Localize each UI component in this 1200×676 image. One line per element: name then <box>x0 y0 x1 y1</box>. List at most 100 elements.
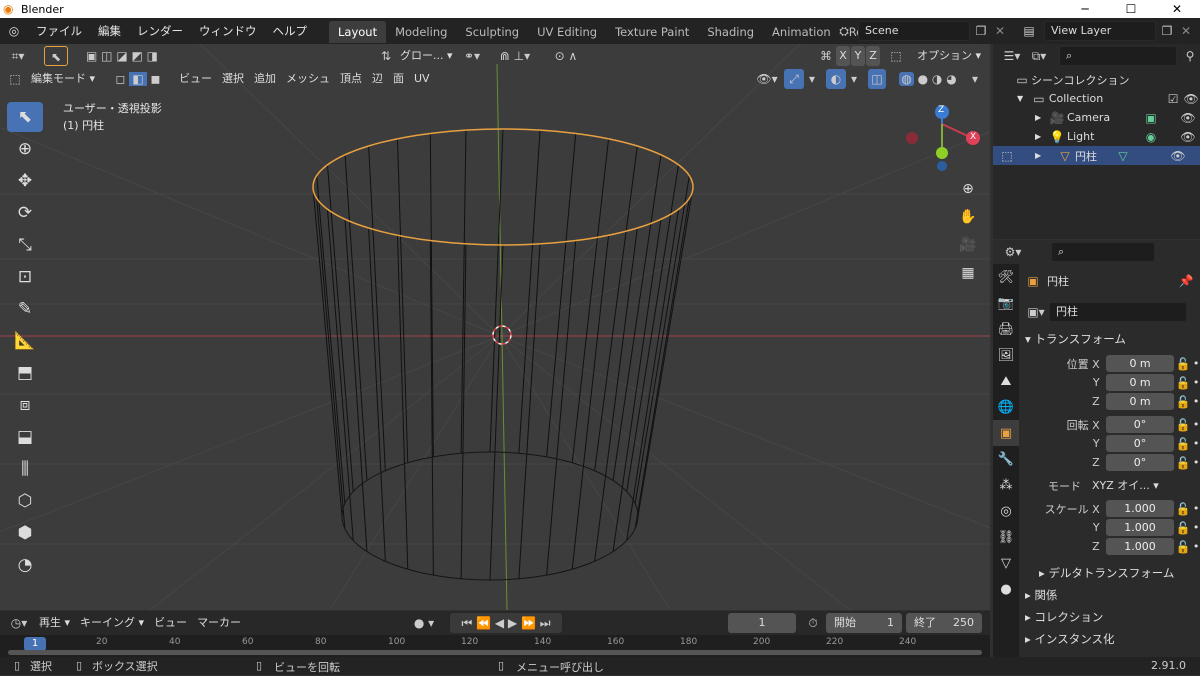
keyframe-dot-icon[interactable]: • <box>1192 395 1200 408</box>
mirror-z-toggle[interactable]: Z <box>866 46 880 66</box>
ortho-grid-icon[interactable]: ▦ <box>955 260 981 286</box>
light-row[interactable]: ▶ 💡 Light ◉ 👁 <box>993 127 1200 146</box>
tab-modeling[interactable]: Modeling <box>386 21 456 43</box>
playhead-indicator[interactable]: 1 <box>24 637 46 651</box>
marker-menu[interactable]: マーカー <box>192 613 246 633</box>
timeline-scrollbar[interactable] <box>8 650 982 655</box>
checkbox-icon[interactable]: ☑ <box>1164 89 1182 109</box>
expand-arrow-icon[interactable]: ▶ <box>1017 151 1041 160</box>
menu-add[interactable]: 追加 <box>249 69 281 89</box>
output-tab-icon[interactable]: 🖨 <box>993 316 1019 342</box>
lock-icon[interactable]: 🔓 <box>1174 537 1192 557</box>
scale-y-field[interactable]: 1.000 <box>1105 519 1175 536</box>
rotate-tool-icon[interactable]: ⟳ <box>7 198 43 228</box>
outliner-search-input[interactable]: ⌕ <box>1059 46 1177 66</box>
view-layer-icon[interactable]: ▤ <box>1016 21 1042 41</box>
snap-icon[interactable]: ⋒ ⊥▾ <box>490 46 540 66</box>
object-name-field[interactable]: 円柱 <box>1049 302 1187 322</box>
transform-panel-header[interactable]: ▾ トランスフォーム <box>1023 328 1200 350</box>
new-scene-icon[interactable]: ❐ <box>972 21 990 41</box>
world-tab-icon[interactable]: 🌐 <box>993 394 1019 420</box>
collection-row[interactable]: ▼ ▭ Collection ☑ 👁 <box>993 89 1200 108</box>
menu-file[interactable]: ファイル <box>28 18 90 44</box>
lock-icon[interactable]: 🔓 <box>1174 518 1192 538</box>
render-tab-icon[interactable]: 📷 <box>993 290 1019 316</box>
scale-tool-icon[interactable]: ⤡ <box>7 230 43 260</box>
particles-tab-icon[interactable]: ⁂ <box>993 472 1019 498</box>
gizmo-dropdown-icon[interactable]: ▾ <box>806 69 818 89</box>
gizmo-toggle-icon[interactable]: ⤢ <box>784 69 804 89</box>
overlay-toggle-icon[interactable]: ◐ <box>826 69 846 89</box>
menu-vertex[interactable]: 頂点 <box>335 69 367 89</box>
move-tool-icon[interactable]: ✥ <box>7 166 43 196</box>
measure-tool-icon[interactable]: 📐 <box>7 326 43 356</box>
xray-toggle-icon[interactable]: ◫ <box>868 69 886 89</box>
transform-tool-icon[interactable]: ⊡ <box>7 262 43 292</box>
eye-icon[interactable]: 👁 <box>1179 108 1197 128</box>
collections-panel-header[interactable]: ▸ コレクション <box>1023 606 1200 628</box>
tab-layout[interactable]: Layout <box>329 21 387 43</box>
view-layer-field[interactable]: View Layer <box>1044 21 1156 41</box>
menu-select[interactable]: 選択 <box>217 69 249 89</box>
pin-icon[interactable]: 📌 <box>1177 271 1195 291</box>
constraints-tab-icon[interactable]: ⛓ <box>993 524 1019 550</box>
editor-type-icon[interactable]: ⌗▾ <box>0 46 36 66</box>
mode-dropdown[interactable]: 編集モード ▾ <box>26 69 106 89</box>
knife-tool-icon[interactable]: ⬡ <box>7 486 43 516</box>
extrude-tool-icon[interactable]: ⬒ <box>7 358 43 388</box>
keyframe-dot-icon[interactable]: • <box>1192 456 1200 469</box>
remove-view-layer-icon[interactable]: ✕ <box>1178 21 1194 41</box>
remove-scene-icon[interactable]: ✕ <box>992 21 1008 41</box>
keyframe-dot-icon[interactable]: • <box>1192 502 1200 515</box>
menu-edit[interactable]: 編集 <box>90 18 129 44</box>
lock-icon[interactable]: 🔓 <box>1174 415 1192 435</box>
new-view-layer-icon[interactable]: ❐ <box>1158 21 1176 41</box>
select-element-icons[interactable]: ◻ ◧ ◼ <box>110 69 166 89</box>
select-box-modes-icon[interactable]: ▣ ◫ ◪ ◩ ◨ <box>78 46 166 66</box>
scene-tab-icon[interactable]: ⛰ <box>993 368 1019 394</box>
blender-menu-icon[interactable]: ◎ <box>0 21 28 41</box>
end-frame-field[interactable]: 終了 250 <box>906 613 982 633</box>
location-z-field[interactable]: 0 m <box>1105 393 1175 410</box>
keyframe-dot-icon[interactable]: • <box>1192 376 1200 389</box>
outliner-editor-icon[interactable]: ☰▾ <box>999 46 1025 66</box>
scene-icon[interactable]: ⛭ <box>832 21 856 41</box>
scale-z-field[interactable]: 1.000 <box>1105 538 1175 555</box>
camera-view-icon[interactable]: 🎥 <box>955 232 981 258</box>
properties-search-input[interactable]: ⌕ <box>1051 242 1155 262</box>
record-icon[interactable]: ● ▾ <box>406 613 442 633</box>
mirror-x-toggle[interactable]: X <box>836 46 850 66</box>
tab-texture-paint[interactable]: Texture Paint <box>606 21 698 43</box>
tab-shading[interactable]: Shading <box>698 21 763 43</box>
menu-window[interactable]: ウィンドウ <box>191 18 265 44</box>
poly-build-tool-icon[interactable]: ⬢ <box>7 518 43 548</box>
collapse-arrow-icon[interactable]: ▼ <box>1017 94 1029 103</box>
shading-modes-icon[interactable]: ◍ ● ◑ ◕ <box>890 69 966 89</box>
3d-viewport[interactable]: ⌗▾ ⬉ ▣ ◫ ◪ ◩ ◨ ⇅ グロー... ▾ ⚭▾ ⋒ ⊥▾ ⊙ ∧ ⌘ … <box>0 44 990 610</box>
material-tab-icon[interactable]: ● <box>993 576 1019 602</box>
instancing-panel-header[interactable]: ▸ インスタンス化 <box>1023 628 1200 650</box>
current-frame-field[interactable]: 1 <box>728 613 796 633</box>
bevel-tool-icon[interactable]: ⬓ <box>7 422 43 452</box>
tab-animation[interactable]: Animation <box>763 21 840 43</box>
menu-edge[interactable]: 辺 <box>367 69 388 89</box>
spin-tool-icon[interactable]: ◔ <box>7 550 43 580</box>
options-dropdown[interactable]: オプション ▾ <box>912 46 986 66</box>
camera-row[interactable]: ▶ 🎥 Camera ▣ 👁 <box>993 108 1200 127</box>
navigation-gizmo[interactable] <box>900 102 990 172</box>
playback-controls-icon[interactable]: ⏮ ⏪ ◀ ▶ ⏩ ⏭ <box>450 613 562 633</box>
display-mode-icon[interactable]: ⧉▾ <box>1025 46 1053 66</box>
lock-icon[interactable]: 🔓 <box>1174 354 1192 374</box>
menu-view[interactable]: ビュー <box>174 69 217 89</box>
keyframe-dot-icon[interactable]: • <box>1192 540 1200 553</box>
auto-merge-icon[interactable]: ⬚ <box>886 46 906 66</box>
start-frame-field[interactable]: 開始 1 <box>826 613 902 633</box>
inset-tool-icon[interactable]: ⧈ <box>7 390 43 420</box>
lock-icon[interactable]: 🔓 <box>1174 499 1192 519</box>
location-y-field[interactable]: 0 m <box>1105 374 1175 391</box>
transform-orientation-dropdown[interactable]: グロー... ▾ <box>395 46 458 66</box>
keyframe-dot-icon[interactable]: • <box>1192 418 1200 431</box>
lock-icon[interactable]: 🔓 <box>1174 392 1192 412</box>
lock-icon[interactable]: 🔓 <box>1174 434 1192 454</box>
selected-top-loop[interactable] <box>312 128 694 246</box>
